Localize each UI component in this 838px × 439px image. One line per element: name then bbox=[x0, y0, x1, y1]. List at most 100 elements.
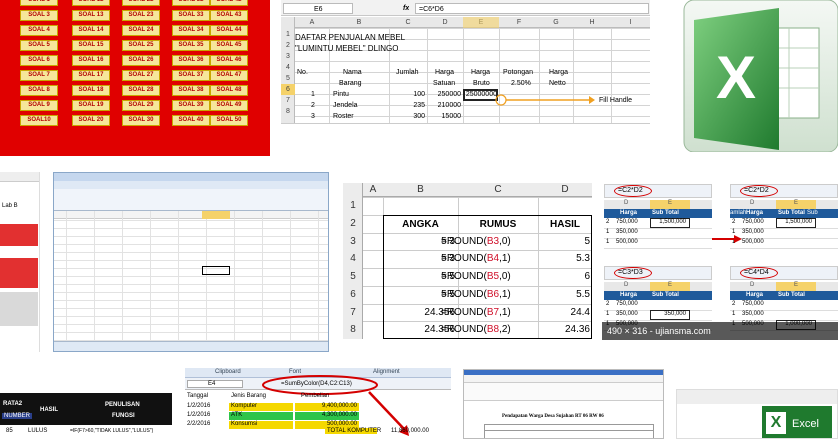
soal-button[interactable]: SOAL 34 bbox=[172, 25, 210, 36]
name-box[interactable]: E4 bbox=[187, 380, 243, 388]
result-cell[interactable]: 350,000 bbox=[650, 310, 690, 320]
soal-button[interactable]: SOAL 23 bbox=[122, 10, 160, 21]
soal-button[interactable]: SOAL 50 bbox=[210, 115, 248, 126]
hdr-potongan: Potongan bbox=[503, 69, 533, 76]
soal-button[interactable]: SOAL 42 bbox=[210, 0, 248, 6]
hdr-satuan: Satuan bbox=[433, 80, 456, 87]
soal-button[interactable]: SOAL 25 bbox=[122, 40, 160, 51]
soal-button[interactable]: SOAL 26 bbox=[122, 55, 160, 66]
result-cell[interactable]: 1,500,000 bbox=[776, 218, 816, 228]
row-value-lulus: LULUS bbox=[28, 428, 48, 434]
column-header[interactable]: D bbox=[427, 17, 463, 28]
soal-button[interactable]: SOAL 5 bbox=[20, 40, 58, 51]
row-header[interactable]: 4 bbox=[343, 253, 363, 264]
row-header[interactable]: 5 bbox=[281, 73, 295, 84]
hdr-harga-2: Harga bbox=[471, 69, 491, 76]
fill-handle-arrow bbox=[495, 94, 595, 106]
row-header[interactable]: 2 bbox=[281, 40, 295, 51]
soal-button[interactable]: SOAL 39 bbox=[172, 100, 210, 111]
active-cell[interactable] bbox=[463, 89, 498, 101]
soal-button[interactable]: SOAL 8 bbox=[20, 85, 58, 96]
soal-button[interactable]: SOAL 44 bbox=[210, 25, 248, 36]
cell-rumus: =ROUND(B5,0) bbox=[441, 271, 511, 282]
row-header[interactable]: 8 bbox=[281, 106, 295, 117]
soal-button[interactable]: SOAL 47 bbox=[210, 70, 248, 81]
soal-button[interactable]: SOAL 33 bbox=[172, 10, 210, 21]
clipboard-group-label: Clipboard bbox=[215, 369, 241, 375]
soal-button[interactable]: SOAL 48 bbox=[210, 85, 248, 96]
row-date: 2/2/2016 bbox=[187, 421, 211, 427]
column-header[interactable]: B bbox=[329, 17, 389, 28]
soal-button[interactable]: SOAL 22 bbox=[122, 0, 160, 6]
row-header[interactable]: 3 bbox=[343, 236, 363, 247]
if-table-tile: RATA2 NUMBER HASIL PENULISAN FUNGSI 85 L… bbox=[0, 393, 172, 439]
soal-button[interactable]: SOAL 1 bbox=[20, 0, 58, 6]
row-header[interactable]: 2 bbox=[343, 218, 363, 229]
soal-button[interactable]: SOAL 37 bbox=[172, 70, 210, 81]
soal-button[interactable]: SOAL10 bbox=[20, 115, 58, 126]
grid-line bbox=[54, 220, 328, 221]
harga-header: Harga bbox=[620, 292, 638, 298]
soal-button[interactable]: SOAL 24 bbox=[122, 25, 160, 36]
subtotal-header: Sub Total bbox=[778, 292, 805, 298]
soal-button[interactable]: SOAL 29 bbox=[122, 100, 160, 111]
soal-button[interactable]: SOAL 14 bbox=[72, 25, 110, 36]
result-cell[interactable]: 1,500,000 bbox=[650, 218, 690, 228]
selected-cell[interactable] bbox=[202, 266, 230, 275]
row-header[interactable]: 6 bbox=[343, 289, 363, 300]
cell-reference: B4 bbox=[486, 253, 500, 265]
row-header[interactable]: 8 bbox=[343, 324, 363, 335]
soal-button[interactable]: SOAL 40 bbox=[172, 115, 210, 126]
soal-button[interactable]: SOAL 9 bbox=[20, 100, 58, 111]
cell-rumus: =ROUND(B6,1) bbox=[441, 288, 511, 300]
soal-button[interactable]: SOAL 7 bbox=[20, 70, 58, 81]
soal-button[interactable]: SOAL 32 bbox=[172, 0, 210, 6]
soal-button[interactable]: SOAL 35 bbox=[172, 40, 210, 51]
row-header[interactable]: 7 bbox=[343, 307, 363, 318]
soal-button[interactable]: SOAL 19 bbox=[72, 100, 110, 111]
column-header[interactable]: A bbox=[363, 184, 383, 195]
soal-button[interactable]: SOAL 27 bbox=[122, 70, 160, 81]
row-header[interactable]: 3 bbox=[281, 51, 295, 62]
cell-reference: B3 bbox=[486, 235, 500, 247]
row-header[interactable]: 4 bbox=[281, 62, 295, 73]
column-header[interactable]: A bbox=[295, 17, 329, 28]
column-header[interactable]: I bbox=[611, 17, 650, 28]
col-d-header: D bbox=[750, 200, 755, 206]
soal-button[interactable]: SOAL 30 bbox=[122, 115, 160, 126]
formula-bar[interactable]: =C6*D6 bbox=[415, 3, 649, 14]
column-header[interactable]: C bbox=[458, 184, 538, 195]
row-header[interactable]: 1 bbox=[281, 29, 295, 40]
column-header[interactable]: D bbox=[538, 184, 592, 195]
soal-button[interactable]: SOAL 16 bbox=[72, 55, 110, 66]
column-header[interactable]: F bbox=[499, 17, 539, 28]
soal-button[interactable]: SOAL 43 bbox=[210, 10, 248, 21]
soal-grid-tile: SOAL 1 SOAL 12 SOAL 22 SOAL 32 SOAL 42 SOAL 3… bbox=[0, 0, 270, 156]
soal-button[interactable]: SOAL 49 bbox=[210, 100, 248, 111]
soal-button[interactable]: SOAL 17 bbox=[72, 70, 110, 81]
grid-line bbox=[463, 28, 464, 123]
column-header[interactable]: C bbox=[389, 17, 427, 28]
soal-button[interactable]: SOAL 28 bbox=[122, 85, 160, 96]
cell-hasil: 5.5 bbox=[576, 288, 590, 300]
soal-button[interactable]: SOAL 4 bbox=[20, 25, 58, 36]
soal-button[interactable]: SOAL 45 bbox=[210, 40, 248, 51]
soal-button[interactable]: SOAL 46 bbox=[210, 55, 248, 66]
row-header[interactable]: 7 bbox=[281, 95, 295, 106]
soal-button[interactable]: SOAL 3 bbox=[20, 10, 58, 21]
row-header[interactable]: 5 bbox=[343, 271, 363, 282]
soal-button[interactable]: SOAL 18 bbox=[72, 85, 110, 96]
column-header[interactable]: G bbox=[539, 17, 573, 28]
soal-button[interactable]: SOAL 38 bbox=[172, 85, 210, 96]
row-header[interactable]: 1 bbox=[343, 200, 363, 211]
name-box[interactable]: E6 bbox=[283, 3, 353, 14]
soal-button[interactable]: SOAL 36 bbox=[172, 55, 210, 66]
soal-button[interactable]: SOAL 6 bbox=[20, 55, 58, 66]
soal-button[interactable]: SOAL 15 bbox=[72, 40, 110, 51]
row-header[interactable]: 6 bbox=[281, 84, 295, 95]
soal-button[interactable]: SOAL 20 bbox=[72, 115, 110, 126]
column-header[interactable]: B bbox=[383, 184, 458, 195]
soal-button[interactable]: SOAL 12 bbox=[72, 0, 110, 6]
column-header[interactable]: H bbox=[573, 17, 611, 28]
soal-button[interactable]: SOAL 13 bbox=[72, 10, 110, 21]
